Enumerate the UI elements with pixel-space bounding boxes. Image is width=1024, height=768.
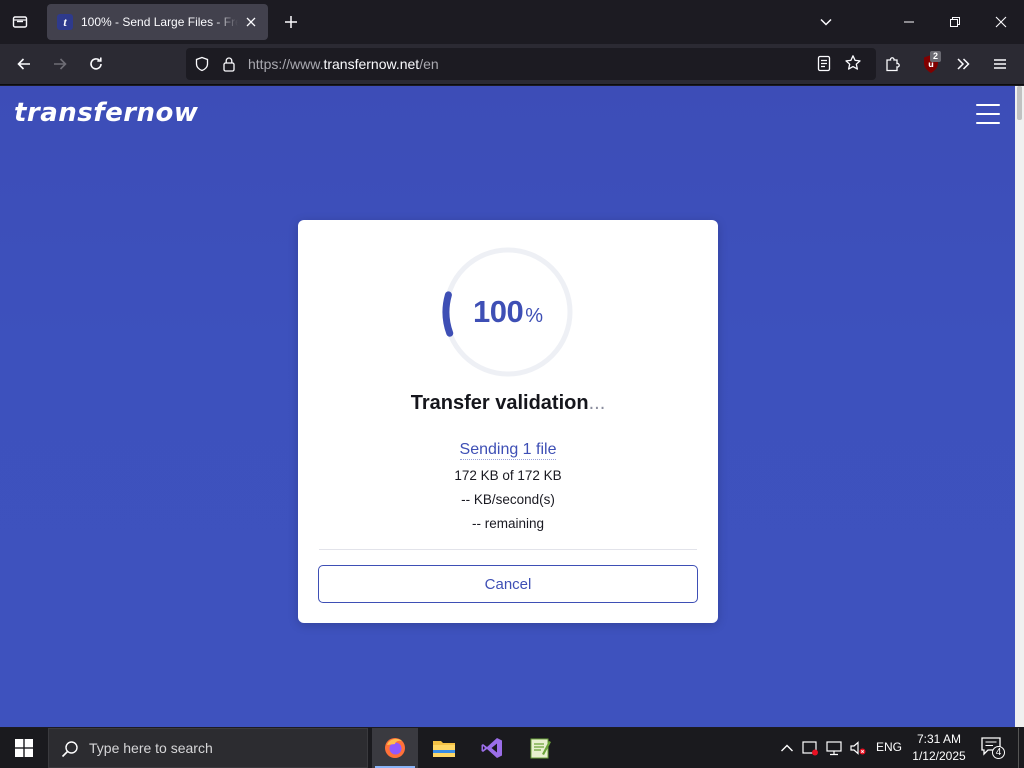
close-icon [995, 16, 1007, 28]
url-path: /en [419, 56, 439, 72]
back-button[interactable] [9, 49, 39, 79]
extensions-button[interactable] [878, 49, 908, 79]
windows-logo-icon [15, 739, 33, 757]
taskbar-visual-studio[interactable] [469, 728, 515, 768]
url-domain: transfernow.net [323, 56, 420, 72]
chevron-down-icon [820, 18, 832, 26]
lock-icon[interactable] [222, 56, 236, 77]
ublock-origin-button[interactable]: u 2 [916, 49, 946, 79]
chevron-up-icon [781, 744, 793, 752]
transfer-speed: -- KB/second(s) [461, 492, 555, 507]
hamburger-line [976, 113, 1000, 115]
bookmark-star-icon[interactable] [844, 54, 862, 77]
restore-icon [950, 17, 960, 27]
transfernow-favicon-icon: t [57, 14, 73, 30]
tab-strip: t 100% - Send Large Files - Free S [0, 0, 1024, 44]
taskbar-notepad-plus-plus[interactable] [517, 728, 563, 768]
speaker-muted-icon [850, 741, 866, 755]
more-tools-button[interactable] [948, 49, 978, 79]
forward-button[interactable] [45, 49, 75, 79]
network-icon [826, 741, 842, 756]
progress-percent-sign: % [525, 304, 544, 327]
time-remaining: -- remaining [471, 516, 545, 531]
folder-icon [433, 741, 455, 757]
new-tab-button[interactable] [277, 8, 305, 36]
transfer-progress-card: 100% Transfer validation... Sending 1 fi… [298, 220, 718, 623]
reload-icon [90, 57, 102, 70]
transfer-status-title: Transfer validation... [298, 392, 718, 415]
hamburger-line [976, 122, 1000, 124]
url-text[interactable]: https://www.transfernow.net/en [248, 56, 439, 72]
system-clock[interactable]: 7:31 AM 1/12/2025 [906, 731, 972, 765]
notification-count-badge: 4 [992, 746, 1005, 759]
search-icon [61, 741, 78, 758]
start-button[interactable] [0, 728, 48, 768]
status-title-dots: ... [588, 392, 606, 414]
reload-button[interactable] [81, 49, 111, 79]
arrow-left-icon [17, 58, 30, 70]
restore-button[interactable] [932, 0, 978, 44]
navigation-toolbar: https://www.transfernow.net/en u 2 [0, 44, 1024, 85]
tray-app-icon [802, 741, 818, 756]
card-divider [319, 549, 697, 550]
tab-list-dropdown-button[interactable] [812, 8, 840, 36]
transferred-size: 172 KB of 172 KB [454, 468, 562, 483]
visual-studio-icon [481, 738, 502, 758]
puzzle-piece-icon [886, 57, 900, 72]
page-scrollbar[interactable] [1015, 86, 1024, 727]
tracking-protection-shield-icon[interactable] [194, 56, 210, 77]
minimize-button[interactable] [886, 0, 932, 44]
clock-date: 1/12/2025 [912, 749, 966, 763]
windows-taskbar: Type here to search ENG 7:31 AM 1/12/202… [0, 728, 1024, 768]
close-window-button[interactable] [978, 0, 1024, 44]
tab-active[interactable]: t 100% - Send Large Files - Free S [47, 4, 268, 40]
list-all-tabs-button[interactable] [6, 8, 34, 36]
input-language[interactable]: ENG [876, 740, 902, 754]
progress-percent-value: 100 [472, 294, 524, 329]
hamburger-line [976, 104, 1000, 106]
status-title-text: Transfer validation [410, 392, 589, 414]
sending-files-label: Sending 1 file [459, 441, 557, 460]
arrow-right-icon [54, 58, 67, 70]
transfernow-logo[interactable]: transfernow [14, 98, 198, 128]
sending-files-link[interactable]: Sending 1 file [298, 441, 718, 460]
ublock-blocked-count-badge: 2 [929, 51, 941, 62]
tab-close-button[interactable] [242, 13, 260, 31]
site-menu-button[interactable] [976, 104, 1000, 124]
notepad-plus-plus-icon [530, 738, 551, 759]
web-page-content: transfernow 100% Transfer validation... … [0, 86, 1015, 727]
url-prefix: https://www. [248, 56, 324, 72]
tab-title: 100% - Send Large Files - Free S [81, 15, 238, 29]
cancel-button[interactable]: Cancel [318, 565, 698, 603]
hamburger-menu-icon [994, 59, 1006, 69]
network-status[interactable] [824, 738, 844, 758]
close-icon [246, 17, 256, 27]
clock-time: 7:31 AM [916, 732, 962, 746]
progress-percentage: 100% [441, 245, 575, 379]
volume-control[interactable] [848, 738, 868, 758]
taskbar-file-explorer[interactable] [421, 728, 467, 768]
firefox-icon [385, 738, 405, 758]
minimize-icon [904, 21, 914, 23]
reader-view-icon[interactable] [816, 55, 832, 77]
taskbar-firefox[interactable] [372, 728, 418, 768]
show-hidden-icons-button[interactable] [777, 738, 797, 758]
app-menu-button[interactable] [985, 49, 1015, 79]
address-bar[interactable]: https://www.transfernow.net/en [186, 48, 876, 80]
show-desktop-button[interactable] [1018, 728, 1024, 768]
double-chevron-right-icon [957, 58, 970, 70]
taskbar-search-box[interactable]: Type here to search [48, 728, 368, 768]
action-center-button[interactable]: 4 [980, 736, 1006, 760]
tab-manager-icon [12, 16, 28, 28]
plus-icon [285, 16, 297, 28]
scrollbar-thumb[interactable] [1017, 86, 1022, 120]
search-placeholder: Type here to search [89, 740, 213, 756]
tray-app-status[interactable] [800, 738, 820, 758]
